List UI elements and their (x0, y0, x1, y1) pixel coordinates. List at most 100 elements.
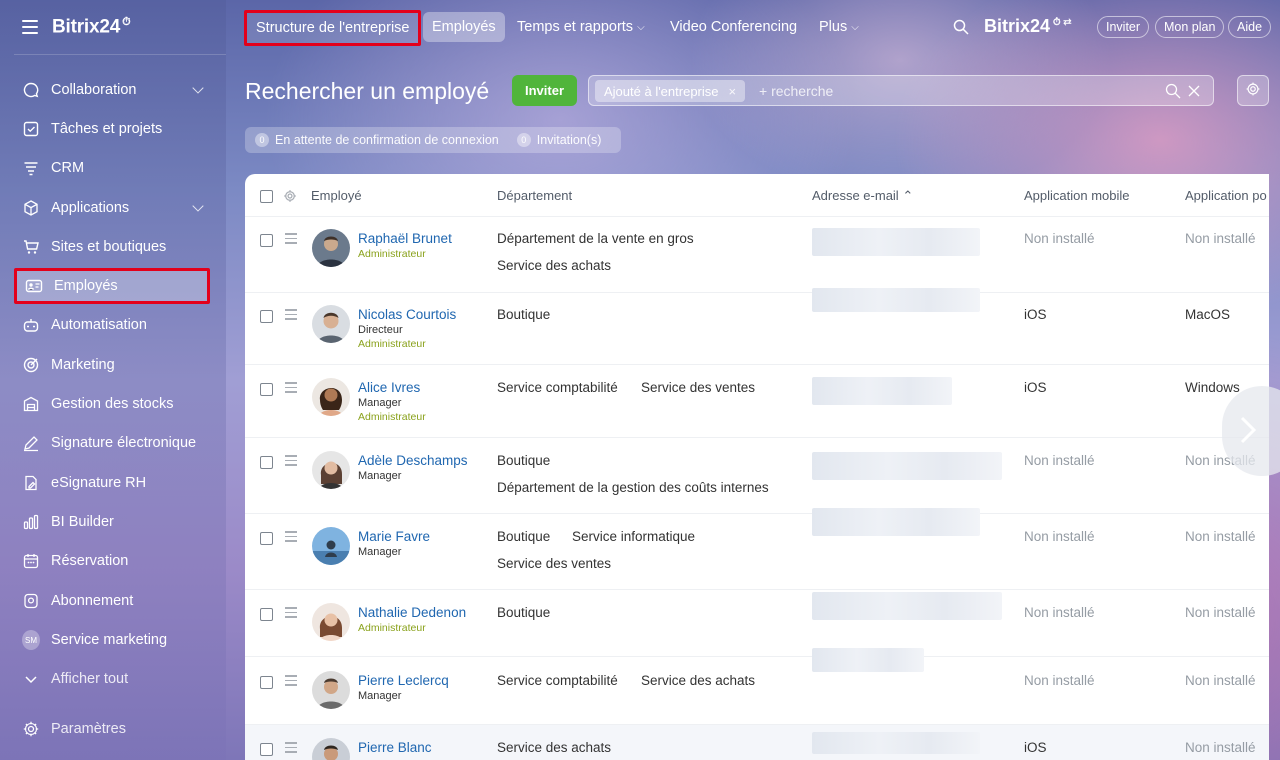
avatar[interactable] (312, 671, 350, 709)
department-tag[interactable]: Boutique (497, 529, 550, 544)
employee-name-link[interactable]: Nathalie Dedenon (358, 605, 466, 620)
department-tag[interactable]: Boutique (497, 453, 550, 468)
tab-video-conferencing[interactable]: Video Conferencing (661, 12, 806, 42)
search-input[interactable]: + recherche (759, 83, 833, 99)
invitations-counter[interactable]: 0 Invitation(s) (516, 133, 601, 147)
sidebar-item-show-all[interactable]: Afficher tout (14, 661, 210, 697)
drag-handle-icon[interactable] (285, 233, 297, 247)
column-email[interactable]: Adresse e-mail ⌃ (812, 188, 913, 204)
employee-name-link[interactable]: Adèle Deschamps (358, 453, 468, 468)
sidebar-item-sites-shops[interactable]: Sites et boutiques (14, 229, 210, 265)
department-tag[interactable]: Boutique (497, 605, 550, 620)
tab-company-structure[interactable]: Structure de l'entreprise (244, 10, 422, 46)
employee-name-link[interactable]: Pierre Leclercq (358, 673, 449, 688)
drag-handle-icon[interactable] (285, 309, 297, 323)
avatar[interactable] (312, 527, 350, 565)
help-button[interactable]: Aide (1228, 16, 1272, 38)
sidebar-item-e-signature[interactable]: Signature électronique (14, 425, 210, 461)
close-icon[interactable] (1187, 83, 1201, 102)
column-desktop-app[interactable]: Application po (1185, 188, 1267, 203)
department-tag[interactable]: Service des achats (497, 740, 611, 755)
employee-name-link[interactable]: Alice Ivres (358, 380, 420, 395)
department-tag[interactable]: Service des achats (497, 258, 611, 273)
row-checkbox[interactable] (260, 608, 273, 621)
drag-handle-icon[interactable] (285, 607, 297, 621)
employee-name-link[interactable]: Marie Favre (358, 529, 430, 544)
tab-more[interactable]: Plus ⌵ (810, 12, 868, 42)
column-department[interactable]: Département (497, 188, 572, 203)
close-icon[interactable]: × (729, 84, 737, 99)
avatar[interactable] (312, 229, 350, 267)
sidebar-item-esignature-hr[interactable]: eSignature RH (14, 465, 210, 501)
invite-pill-button[interactable]: Inviter (1097, 16, 1150, 38)
row-checkbox[interactable] (260, 310, 273, 323)
invite-button[interactable]: Inviter (512, 75, 577, 106)
avatar[interactable] (312, 451, 350, 489)
drag-handle-icon[interactable] (285, 382, 297, 396)
department-tag[interactable]: Boutique (497, 307, 550, 322)
row-checkbox[interactable] (260, 532, 273, 545)
avatar[interactable] (312, 305, 350, 343)
column-mobile-app[interactable]: Application mobile (1024, 188, 1130, 203)
employee-name-link[interactable]: Raphaël Brunet (358, 231, 452, 246)
sidebar-item-applications[interactable]: Applications (14, 190, 210, 226)
drag-handle-icon[interactable] (285, 455, 297, 469)
column-employee[interactable]: Employé (311, 188, 362, 203)
table-row[interactable]: Marie Favre Manager Boutique Service inf… (245, 508, 1269, 590)
row-checkbox[interactable] (260, 676, 273, 689)
sidebar-item-collaboration[interactable]: Collaboration (14, 72, 210, 108)
table-row[interactable]: Alice Ivres Manager Administrateur Servi… (245, 365, 1269, 438)
employee-name-link[interactable]: Nicolas Courtois (358, 307, 456, 322)
search-icon[interactable] (1165, 83, 1181, 102)
select-all-checkbox[interactable] (260, 190, 273, 203)
department-tag[interactable]: Service comptabilité (497, 380, 618, 395)
row-checkbox[interactable] (260, 383, 273, 396)
table-row[interactable]: Adèle Deschamps Manager Boutique Départe… (245, 438, 1269, 514)
department-tag[interactable]: Département de la vente en gros (497, 231, 694, 246)
pending-confirmation-counter[interactable]: 0 En attente de confirmation de connexion (255, 133, 499, 147)
sidebar-item-crm[interactable]: CRM (14, 150, 210, 186)
department-tag[interactable]: Service comptabilité (497, 673, 618, 688)
my-plan-button[interactable]: Mon plan (1155, 16, 1225, 38)
avatar[interactable] (312, 603, 350, 641)
department-tag[interactable]: Département de la gestion des coûts inte… (497, 480, 769, 495)
sidebar-item-marketing-service[interactable]: SM Service marketing (14, 622, 210, 658)
search-filter-box[interactable]: Ajouté à l'entreprise × + recherche (588, 75, 1214, 106)
department-tag[interactable]: Service informatique (572, 529, 695, 544)
sidebar-item-automation[interactable]: Automatisation (14, 307, 210, 343)
avatar[interactable] (312, 738, 350, 760)
sidebar-item-tasks[interactable]: Tâches et projets (14, 111, 210, 147)
drag-handle-icon[interactable] (285, 531, 297, 545)
department-tag[interactable]: Service des ventes (641, 380, 755, 395)
table-row[interactable]: Pierre Leclercq Manager Service comptabi… (245, 648, 1269, 725)
sidebar-item-stock-management[interactable]: Gestion des stocks (14, 386, 210, 422)
row-checkbox[interactable] (260, 234, 273, 247)
avatar[interactable] (312, 378, 350, 416)
sidebar-item-marketing[interactable]: Marketing (14, 347, 210, 383)
table-row[interactable]: Pierre Blanc Service des achats iOS Non … (245, 725, 1269, 760)
drag-handle-icon[interactable] (285, 742, 297, 756)
department-tag[interactable]: Service des achats (641, 673, 755, 688)
row-checkbox[interactable] (260, 456, 273, 469)
grid-settings-button[interactable] (1237, 75, 1269, 106)
sidebar-item-subscription[interactable]: Abonnement (14, 583, 210, 619)
filter-tag[interactable]: Ajouté à l'entreprise × (595, 80, 746, 102)
sidebar-item-bi-builder[interactable]: BI Builder (14, 504, 210, 540)
department-tag[interactable]: Service des ventes (497, 556, 611, 571)
brand-logo[interactable]: Bitrix24 ⏱ (52, 16, 131, 38)
tab-employees[interactable]: Employés (423, 12, 505, 42)
gear-icon[interactable] (283, 189, 297, 206)
table-row[interactable]: Nicolas Courtois Directeur Administrateu… (245, 288, 1269, 365)
brand-logo-right[interactable]: Bitrix24 ⏱ ⇄ (984, 16, 1071, 37)
row-checkbox[interactable] (260, 743, 273, 756)
table-row[interactable]: Raphaël Brunet Administrateur Départemen… (245, 217, 1269, 293)
sidebar-item-settings[interactable]: Paramètres (14, 711, 210, 747)
tab-time-reports[interactable]: Temps et rapports ⌵ (508, 12, 654, 42)
search-icon[interactable] (953, 19, 969, 35)
sidebar-item-employees[interactable]: Employés (14, 268, 210, 304)
employee-name-link[interactable]: Pierre Blanc (358, 740, 432, 755)
hamburger-menu-icon[interactable] (22, 20, 38, 34)
table-row[interactable]: Nathalie Dedenon Administrateur Boutique… (245, 590, 1269, 657)
sidebar-item-booking[interactable]: Réservation (14, 543, 210, 579)
drag-handle-icon[interactable] (285, 675, 297, 689)
